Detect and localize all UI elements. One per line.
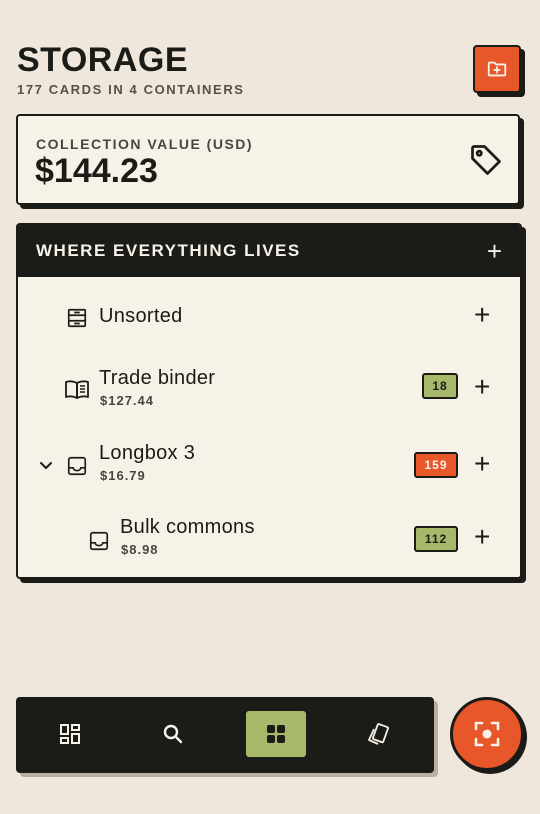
tag-icon bbox=[471, 145, 501, 175]
tray-stack-icon bbox=[67, 308, 87, 328]
page-subtitle: 177 CARDS IN 4 CONTAINERS bbox=[17, 82, 245, 97]
scan-icon bbox=[474, 721, 500, 747]
add-to-unsorted-button[interactable]: + bbox=[474, 301, 490, 329]
nav-dashboard[interactable] bbox=[40, 711, 100, 757]
folder-plus-icon bbox=[487, 61, 507, 77]
search-icon bbox=[163, 724, 183, 744]
bottom-nav-bar bbox=[16, 697, 434, 773]
inbox-icon bbox=[89, 531, 109, 551]
location-price: $127.44 bbox=[100, 393, 154, 408]
collection-value-card: COLLECTION VALUE (USD) $144.23 bbox=[16, 114, 520, 205]
nav-storage[interactable] bbox=[246, 711, 306, 757]
location-name: Bulk commons bbox=[120, 516, 255, 538]
card-count-badge: 112 bbox=[414, 526, 458, 552]
location-row-longbox-3[interactable]: Longbox 3 $16.79 159 + bbox=[18, 428, 520, 502]
chevron-down-icon[interactable] bbox=[38, 458, 54, 474]
locations-header: WHERE EVERYTHING LIVES + bbox=[18, 225, 520, 277]
location-name: Unsorted bbox=[99, 305, 183, 327]
scan-card-button[interactable] bbox=[450, 697, 524, 771]
cards-icon bbox=[368, 723, 389, 745]
location-price: $16.79 bbox=[100, 468, 146, 483]
add-to-bulk-commons-button[interactable]: + bbox=[474, 523, 490, 551]
add-to-longbox-3-button[interactable]: + bbox=[474, 450, 490, 478]
page-header: STORAGE 177 CARDS IN 4 CONTAINERS bbox=[17, 40, 245, 97]
card-count-badge: 18 bbox=[422, 373, 458, 399]
open-book-icon bbox=[65, 380, 89, 399]
grid-icon bbox=[267, 725, 285, 743]
locations-title: WHERE EVERYTHING LIVES bbox=[36, 241, 301, 260]
nav-cards[interactable] bbox=[348, 711, 408, 757]
locations-panel: WHERE EVERYTHING LIVES + Unsorted + Trad… bbox=[16, 223, 522, 579]
location-row-trade-binder[interactable]: Trade binder $127.44 18 + bbox=[18, 353, 520, 427]
collection-value-label: COLLECTION VALUE (USD) bbox=[36, 136, 254, 152]
location-row-bulk-commons[interactable]: Bulk commons $8.98 112 + bbox=[18, 503, 520, 577]
inbox-icon bbox=[67, 456, 87, 476]
location-name: Longbox 3 bbox=[99, 442, 196, 464]
location-name: Trade binder bbox=[99, 367, 216, 389]
location-row-unsorted[interactable]: Unsorted + bbox=[18, 279, 520, 353]
location-price: $8.98 bbox=[121, 542, 159, 557]
nav-search[interactable] bbox=[143, 711, 203, 757]
collection-value-amount: $144.23 bbox=[35, 152, 158, 190]
add-location-button[interactable]: + bbox=[487, 238, 502, 264]
card-count-badge: 159 bbox=[414, 452, 458, 478]
dashboard-icon bbox=[60, 724, 80, 744]
new-container-button[interactable] bbox=[473, 45, 521, 93]
page-title: STORAGE bbox=[17, 41, 189, 79]
add-to-trade-binder-button[interactable]: + bbox=[474, 373, 490, 401]
